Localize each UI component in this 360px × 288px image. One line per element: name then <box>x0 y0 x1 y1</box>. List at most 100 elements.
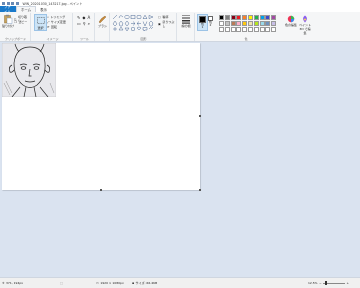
crop-icon: ⌗ <box>47 15 49 19</box>
shapes-group-label: 図形 <box>140 37 147 41</box>
resize-handle-bottom[interactable] <box>100 189 102 191</box>
palette-swatch[interactable] <box>236 26 242 32</box>
palette-swatch[interactable] <box>236 15 242 20</box>
line-width-icon <box>182 15 190 24</box>
redo-icon[interactable] <box>15 1 19 5</box>
colors-group: 色 1 色 2 色の編集 ペイント 3D で編集 色 <box>196 13 316 41</box>
palette-swatch[interactable] <box>247 26 253 32</box>
palette-swatch[interactable] <box>259 20 265 26</box>
palette-swatch[interactable] <box>271 15 277 20</box>
shapes-gallery[interactable] <box>112 14 156 32</box>
palette-swatch[interactable] <box>259 15 265 20</box>
palette-swatch[interactable] <box>230 26 236 32</box>
image-group-label: イメージ <box>46 37 59 41</box>
size-label: 線の幅 <box>181 24 191 28</box>
disk-icon: ▪ <box>132 281 135 285</box>
color2-button[interactable]: 色 2 <box>208 16 213 28</box>
zoom-out-icon[interactable]: − <box>319 281 322 285</box>
palette-swatch[interactable] <box>265 15 271 20</box>
palette-swatch[interactable] <box>253 15 259 20</box>
copy-label: コピー <box>18 20 28 24</box>
drawing-canvas[interactable] <box>2 43 201 191</box>
palette-swatch[interactable] <box>253 26 259 32</box>
color1-button[interactable]: 色 1 <box>197 14 208 31</box>
clipboard-group: 貼り付け ✂ 切り取り ❐ コピー クリップボード <box>1 13 31 41</box>
edit-colors-button[interactable]: 色の編集 <box>285 15 297 27</box>
resize-handle-right[interactable] <box>199 115 201 117</box>
zoom-level: 12.5% <box>308 281 318 285</box>
palette-swatch[interactable] <box>224 15 230 20</box>
window-title: WIN_20201030_143217.jpg - ペイント <box>22 1 83 6</box>
palette-swatch[interactable] <box>242 26 248 32</box>
edit-colors-label: 色の編集 <box>285 23 298 27</box>
fill-dropdown[interactable]: ▣ 塗りつぶし <box>158 20 176 28</box>
shape-fill-icon: ▣ <box>158 22 161 26</box>
palette-swatch[interactable] <box>271 20 277 26</box>
tools-row-1: ✎ ◆ A <box>77 15 90 20</box>
crop-button[interactable]: ⌗ トリミング <box>47 15 65 19</box>
zoom-controls: 12.5% − + <box>308 281 349 285</box>
paint3d-label: ペイント 3D で編集 <box>298 23 311 35</box>
shapes-group: ▢ 輪郭 ▣ 塗りつぶし 図形 <box>111 13 177 41</box>
text-icon[interactable]: A <box>87 15 90 20</box>
cursor-position: ✛ 371, 194px <box>2 281 23 285</box>
selection-size: ⬚ <box>60 281 64 285</box>
palette-swatch[interactable] <box>259 26 265 32</box>
palette-swatch[interactable] <box>236 20 242 26</box>
palette-swatch[interactable] <box>247 15 253 20</box>
palette-swatch[interactable] <box>265 20 271 26</box>
crop-label: トリミング <box>50 15 66 19</box>
canvas-area <box>0 42 360 277</box>
canvas-size: ▭ 1920 × 1080px <box>96 281 124 285</box>
paste-label: 貼り付け <box>2 24 15 28</box>
outline-icon: ▢ <box>158 15 161 19</box>
size-button[interactable]: 線の幅 <box>181 14 191 28</box>
palette-swatch[interactable] <box>242 15 248 20</box>
paste-button[interactable]: 貼り付け <box>2 14 14 28</box>
palette-swatch[interactable] <box>271 26 277 32</box>
resize-label: サイズ変更 <box>50 20 66 24</box>
copy-icon: ❐ <box>14 20 17 24</box>
brushes-label: ブラシ <box>98 24 107 28</box>
fill-icon[interactable]: ◆ <box>82 15 85 20</box>
fill-label: 塗りつぶし <box>162 20 175 28</box>
canvas-size-text: 1920 × 1080px <box>100 281 124 285</box>
palette-swatch[interactable] <box>219 15 224 20</box>
palette-swatch[interactable] <box>230 15 236 20</box>
color2-label: 色 2 <box>208 20 212 28</box>
rotate-button[interactable]: ⟳ 回転 <box>47 25 57 29</box>
resize-button[interactable]: ⤢ サイズ変更 <box>47 20 66 24</box>
pencil-icon[interactable]: ✎ <box>77 15 80 20</box>
palette-swatch[interactable] <box>253 20 259 26</box>
color-palette <box>219 15 277 32</box>
file-size: ▪ サイズ: 66.4KB <box>132 281 157 285</box>
paste-icon <box>4 14 13 24</box>
magnifier-icon[interactable]: ⌕ <box>88 21 90 26</box>
eraser-icon[interactable]: ▭ <box>77 21 81 26</box>
paint3d-button[interactable]: ペイント 3D で編集 <box>298 15 312 35</box>
zoom-slider[interactable] <box>323 281 346 285</box>
palette-swatch[interactable] <box>242 20 248 26</box>
pasted-image-sketch <box>2 43 56 97</box>
zoom-in-icon[interactable]: + <box>347 281 350 285</box>
cursor-icon: ✛ <box>2 281 5 285</box>
select-button[interactable]: 選択 <box>34 14 47 31</box>
palette-swatch[interactable] <box>247 20 253 26</box>
outline-label: 輪郭 <box>162 15 169 19</box>
color-picker-icon[interactable]: ⚲ <box>83 21 86 26</box>
rotate-label: 回転 <box>51 25 58 29</box>
zoom-slider-thumb[interactable] <box>325 281 327 285</box>
copy-button[interactable]: ❐ コピー <box>14 20 27 24</box>
palette-swatch[interactable] <box>219 26 224 32</box>
palette-swatch[interactable] <box>230 20 236 26</box>
palette-swatch[interactable] <box>224 26 230 32</box>
palette-swatch[interactable] <box>219 20 224 26</box>
outline-dropdown[interactable]: ▢ 輪郭 <box>158 15 168 19</box>
brushes-group: ブラシ <box>96 13 110 41</box>
select-label: 選択 <box>37 25 44 30</box>
palette-swatch[interactable] <box>224 20 230 26</box>
brushes-button[interactable]: ブラシ <box>97 14 108 28</box>
resize-handle-corner[interactable] <box>199 189 201 191</box>
palette-swatch[interactable] <box>265 26 271 32</box>
tools-row-2: ▭ ⚲ ⌕ <box>77 21 90 26</box>
